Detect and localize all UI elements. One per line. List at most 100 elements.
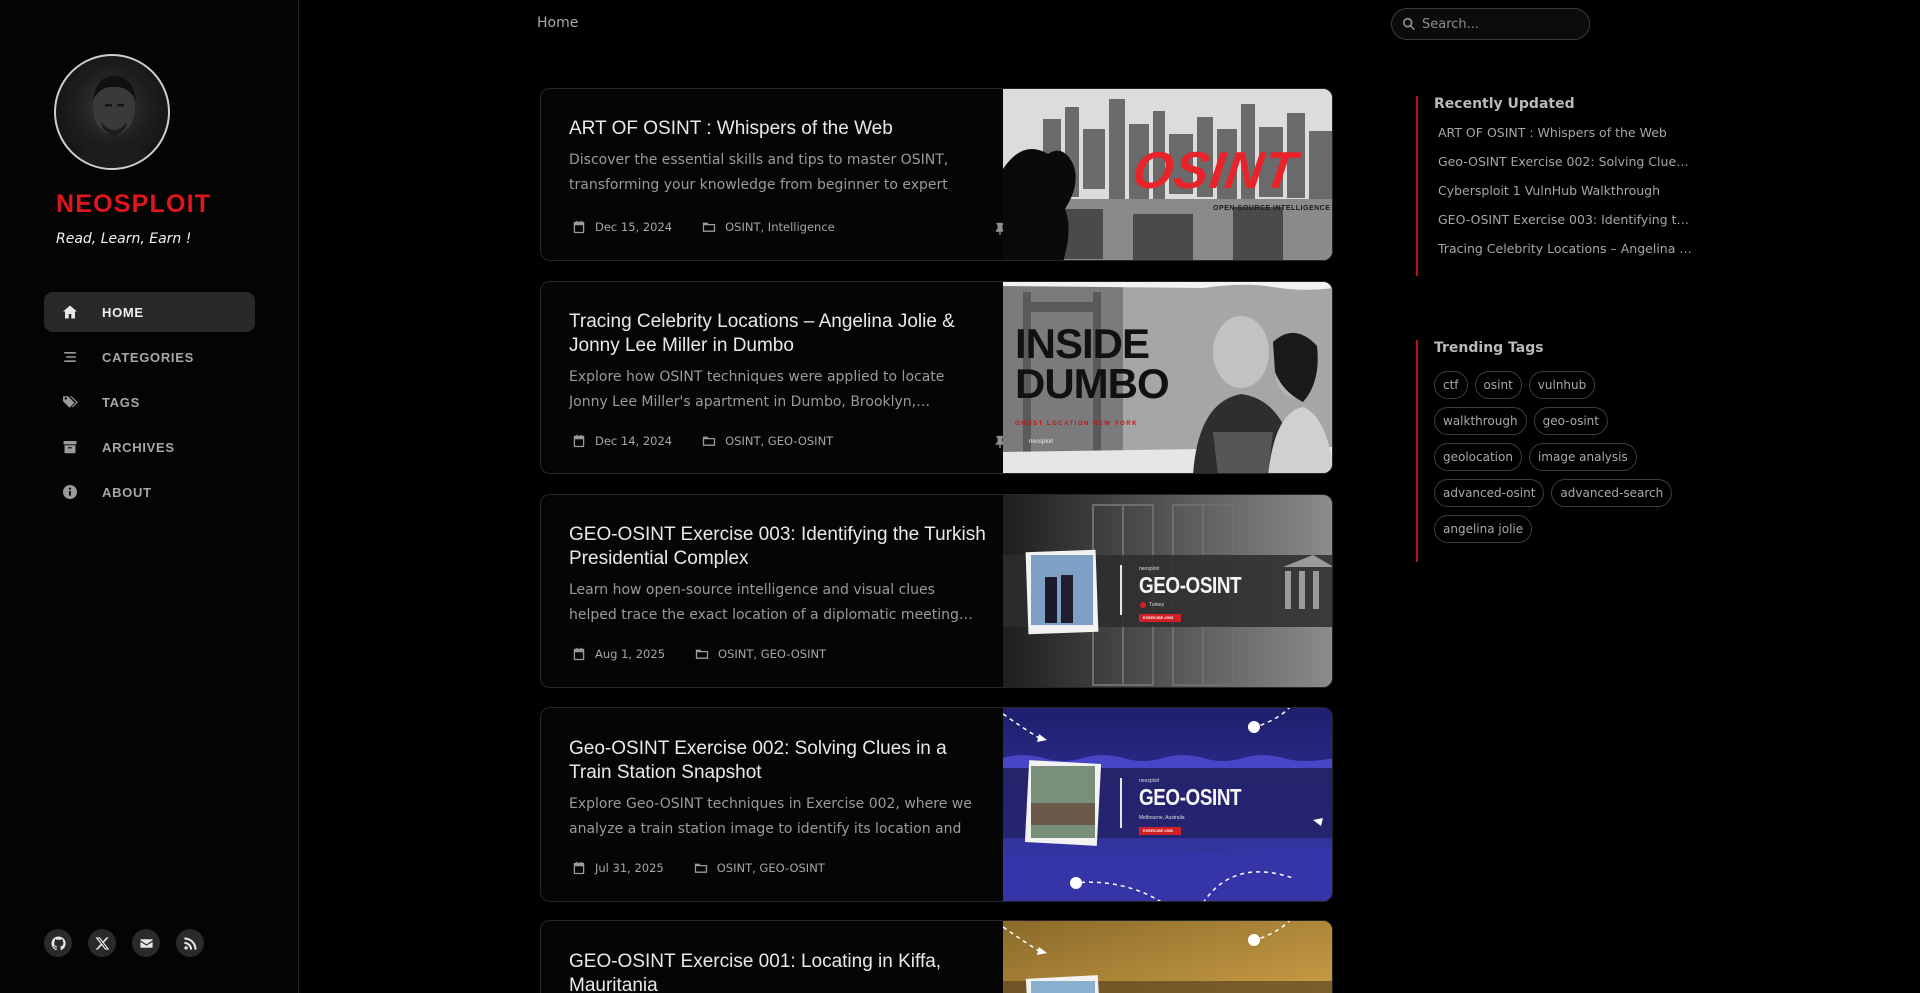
list-item[interactable]: Geo-OSINT Exercise 002: Solving Clues in… [1434, 154, 1694, 183]
x-twitter-icon [94, 936, 109, 950]
post-categories[interactable]: OSINT, Intelligence [725, 220, 835, 234]
x-twitter-button[interactable] [88, 929, 116, 957]
main-nav: HOME CATEGORIES TAGS ARCHIVES ABOUT [44, 292, 255, 517]
post-date: Aug 1, 2025 [595, 647, 666, 661]
thumbnail-button: EXERCISE #002 [1143, 828, 1174, 833]
search-box[interactable] [1391, 8, 1590, 40]
post-card[interactable]: Tracing Celebrity Locations – Angelina J… [540, 281, 1333, 474]
thumbnail-location: Melbourne, Australia [1139, 815, 1185, 821]
post-card[interactable]: GEO-OSINT Exercise 003: Identifying the … [540, 494, 1333, 688]
post-card[interactable]: ART OF OSINT : Whispers of the Web Disco… [540, 88, 1333, 261]
tag-chip[interactable]: osint [1474, 371, 1522, 399]
search-input[interactable] [1422, 16, 1582, 32]
breadcrumb-home[interactable]: Home [537, 15, 578, 31]
email-icon [139, 938, 153, 948]
info-icon [60, 482, 80, 502]
avatar[interactable] [54, 54, 170, 170]
tag-chip[interactable]: geolocation [1434, 443, 1522, 471]
site-title[interactable]: NEOSPLOIT [56, 190, 211, 219]
post-thumbnail[interactable] [1003, 921, 1332, 993]
folder-icon [702, 434, 716, 448]
post-card[interactable]: GEO-OSINT Exercise 001: Locating in Kiff… [540, 920, 1333, 993]
post-categories[interactable]: OSINT, GEO-OSINT [718, 647, 826, 661]
trending-tags-title: Trending Tags [1434, 340, 1544, 356]
list-item[interactable]: Cybersploit 1 VulnHub Walkthrough [1434, 183, 1694, 212]
post-meta: Dec 14, 2024 OSINT, GEO-OSINT [572, 434, 833, 448]
recently-updated-panel: Recently Updated ART OF OSINT : Whispers… [1416, 96, 1716, 276]
breadcrumb: Home [537, 15, 578, 31]
list-item[interactable]: Tracing Celebrity Locations – Angelina J… [1434, 241, 1694, 270]
post-title[interactable]: GEO-OSINT Exercise 001: Locating in Kiff… [569, 950, 989, 993]
trending-tags-panel: Trending Tags ctf osint vulnhub walkthro… [1416, 340, 1716, 562]
nav-item-home[interactable]: HOME [44, 292, 255, 332]
nav-item-categories[interactable]: CATEGORIES [44, 337, 255, 377]
archive-icon [60, 437, 80, 457]
rss-button[interactable] [176, 929, 204, 957]
tag-chip[interactable]: walkthrough [1434, 407, 1527, 435]
post-excerpt: Learn how open-source intelligence and v… [569, 582, 973, 623]
tag-chip[interactable]: vulnhub [1528, 371, 1596, 399]
home-icon [60, 302, 80, 322]
thumbnail-title: INSIDE DUMBO [1015, 320, 1170, 407]
post-categories[interactable]: OSINT, GEO-OSINT [717, 861, 825, 875]
folder-icon [702, 220, 716, 234]
thumbnail-location: Turkey [1149, 602, 1165, 608]
post-meta: Jul 31, 2025 OSINT, GEO-OSINT [572, 861, 825, 875]
email-button[interactable] [132, 929, 160, 957]
post-date: Jul 31, 2025 [595, 861, 664, 875]
tag-chip[interactable]: ctf [1434, 371, 1468, 399]
stream-icon [60, 347, 80, 367]
calendar-icon [572, 861, 586, 875]
post-title[interactable]: ART OF OSINT : Whispers of the Web [569, 117, 989, 141]
sidebar: NEOSPLOIT Read, Learn, Earn ! HOME CATEG… [0, 0, 299, 993]
thumbnail-title: GEO-OSINT [1139, 784, 1242, 810]
thumbnail-title: GEO-OSINT [1139, 572, 1242, 598]
calendar-icon [572, 220, 586, 234]
list-item[interactable]: ART OF OSINT : Whispers of the Web [1434, 125, 1694, 154]
nav-label: CATEGORIES [102, 349, 194, 365]
recently-updated-list: ART OF OSINT : Whispers of the Web Geo-O… [1434, 125, 1716, 270]
thumbnail-button: EXERCISE #003 [1143, 615, 1174, 620]
folder-icon [695, 647, 709, 661]
post-thumbnail[interactable]: neosploit GEO-OSINT Turkey EXERCISE #003 [1003, 495, 1332, 687]
tag-chip[interactable]: advanced-search [1551, 479, 1673, 507]
nav-item-archives[interactable]: ARCHIVES [44, 427, 255, 467]
post-categories[interactable]: OSINT, GEO-OSINT [725, 434, 833, 448]
nav-item-about[interactable]: ABOUT [44, 472, 255, 512]
post-excerpt: Explore Geo-OSINT techniques in Exercise… [569, 796, 972, 837]
post-excerpt: Explore how OSINT techniques were applie… [569, 369, 945, 410]
calendar-icon [572, 434, 586, 448]
post-title[interactable]: Tracing Celebrity Locations – Angelina J… [569, 310, 989, 358]
nav-label: ARCHIVES [102, 439, 175, 455]
post-date: Dec 15, 2024 [595, 220, 673, 234]
post-title[interactable]: Geo-OSINT Exercise 002: Solving Clues in… [569, 737, 989, 785]
post-title[interactable]: GEO-OSINT Exercise 003: Identifying the … [569, 523, 989, 571]
tag-chip[interactable]: advanced-osint [1434, 479, 1545, 507]
tag-chip[interactable]: image analysis [1528, 443, 1637, 471]
tags-icon [60, 392, 80, 412]
post-meta: Aug 1, 2025 OSINT, GEO-OSINT [572, 647, 826, 661]
post-date: Dec 14, 2024 [595, 434, 673, 448]
post-excerpt: Discover the essential skills and tips t… [569, 152, 949, 193]
list-item[interactable]: GEO-OSINT Exercise 003: Identifying the … [1434, 212, 1694, 241]
tag-chip[interactable]: angelina jolie [1434, 515, 1533, 543]
post-card[interactable]: Geo-OSINT Exercise 002: Solving Clues in… [540, 707, 1333, 902]
nav-label: HOME [102, 304, 144, 320]
github-icon [50, 935, 66, 950]
thumbnail-subtitle: GHOST LOCATION NEW YORK [1015, 421, 1138, 427]
social-links [44, 929, 204, 957]
tag-chip[interactable]: geo-osint [1533, 407, 1608, 435]
nav-label: TAGS [102, 394, 140, 410]
post-thumbnail[interactable]: OSINT OPEN-SOURCE INTELLIGENCE [1003, 89, 1332, 260]
calendar-icon [572, 647, 586, 661]
post-thumbnail[interactable]: neosploit GEO-OSINT Melbourne, Australia… [1003, 708, 1332, 901]
tag-cloud: ctf osint vulnhub walkthrough geo-osint … [1434, 371, 1684, 543]
search-icon [1402, 17, 1416, 31]
recently-updated-title: Recently Updated [1434, 96, 1575, 112]
github-button[interactable] [44, 929, 72, 957]
thumbnail-brand: neosploit [1029, 439, 1054, 445]
site-subtitle: Read, Learn, Earn ! [56, 231, 192, 247]
post-meta: Dec 15, 2024 OSINT, Intelligence [572, 220, 835, 234]
post-thumbnail[interactable]: INSIDE DUMBO GHOST LOCATION NEW YORK neo… [1003, 282, 1332, 473]
nav-item-tags[interactable]: TAGS [44, 382, 255, 422]
